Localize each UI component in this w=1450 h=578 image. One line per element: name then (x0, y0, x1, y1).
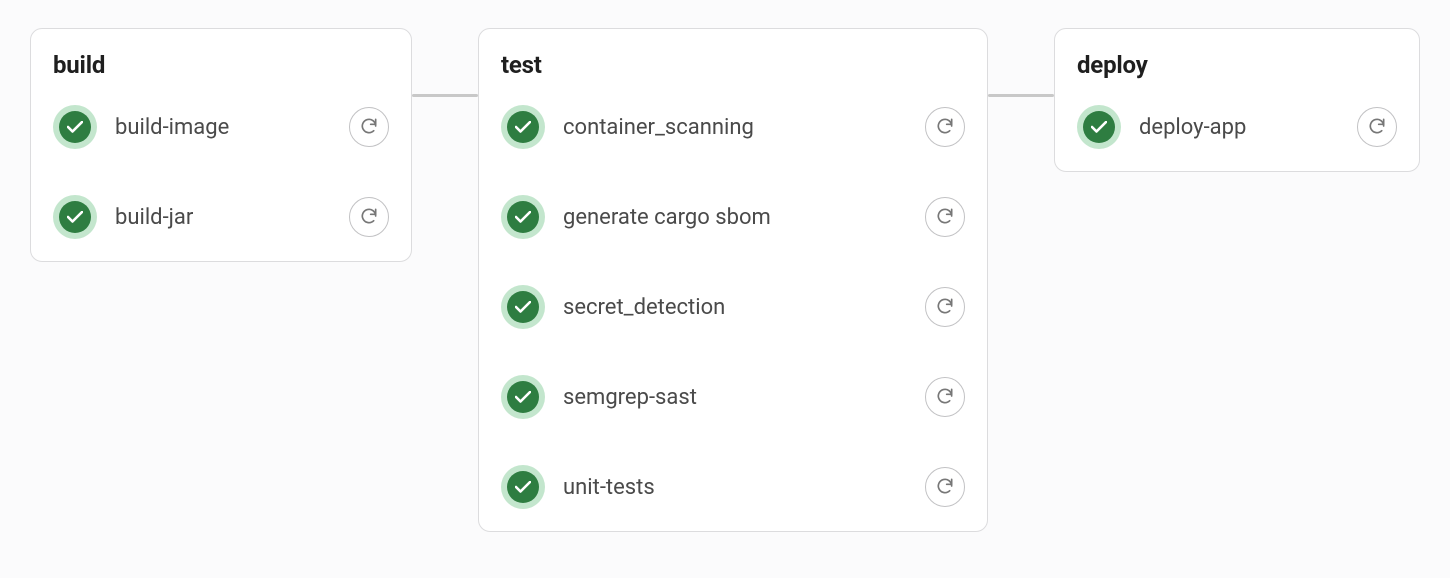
job-row-secret-detection[interactable]: secret_detection (501, 285, 965, 329)
job-name: deploy-app (1139, 115, 1339, 140)
job-row-unit-tests[interactable]: unit-tests (501, 465, 965, 509)
job-name: generate cargo sbom (563, 205, 907, 230)
retry-icon (359, 206, 379, 229)
stage-title: deploy (1077, 51, 1397, 79)
job-row-container-scanning[interactable]: container_scanning (501, 105, 965, 149)
stage-connector (412, 94, 478, 97)
job-row-deploy-app[interactable]: deploy-app (1077, 105, 1397, 149)
stage-card-build: build build-image build-jar (30, 28, 412, 262)
success-icon (501, 285, 545, 329)
success-icon (1077, 105, 1121, 149)
pipeline-graph: build build-image build-jar (0, 0, 1450, 560)
retry-icon (1367, 116, 1387, 139)
retry-button[interactable] (925, 197, 965, 237)
job-name: semgrep-sast (563, 385, 907, 410)
retry-button[interactable] (925, 107, 965, 147)
success-icon (501, 105, 545, 149)
retry-button[interactable] (925, 377, 965, 417)
stage-title: build (53, 51, 389, 79)
job-row-build-jar[interactable]: build-jar (53, 195, 389, 239)
job-name: build-image (115, 115, 331, 140)
retry-button[interactable] (349, 107, 389, 147)
retry-button[interactable] (925, 467, 965, 507)
job-name: secret_detection (563, 295, 907, 320)
retry-button[interactable] (1357, 107, 1397, 147)
stage-title: test (501, 51, 965, 79)
retry-icon (935, 296, 955, 319)
retry-icon (359, 116, 379, 139)
jobs-list: deploy-app (1077, 105, 1397, 149)
retry-icon (935, 116, 955, 139)
success-icon (501, 375, 545, 419)
job-name: build-jar (115, 205, 331, 230)
job-name: unit-tests (563, 475, 907, 500)
retry-icon (935, 386, 955, 409)
stage-card-deploy: deploy deploy-app (1054, 28, 1420, 172)
stage-connector (988, 94, 1054, 97)
stage-card-test: test container_scanning generate cargo s… (478, 28, 988, 532)
success-icon (53, 105, 97, 149)
success-icon (501, 195, 545, 239)
success-icon (53, 195, 97, 239)
job-row-build-image[interactable]: build-image (53, 105, 389, 149)
success-icon (501, 465, 545, 509)
retry-button[interactable] (349, 197, 389, 237)
retry-icon (935, 206, 955, 229)
job-row-semgrep-sast[interactable]: semgrep-sast (501, 375, 965, 419)
job-row-generate-cargo-sbom[interactable]: generate cargo sbom (501, 195, 965, 239)
jobs-list: build-image build-jar (53, 105, 389, 239)
retry-icon (935, 476, 955, 499)
job-name: container_scanning (563, 115, 907, 140)
retry-button[interactable] (925, 287, 965, 327)
jobs-list: container_scanning generate cargo sbom (501, 105, 965, 509)
